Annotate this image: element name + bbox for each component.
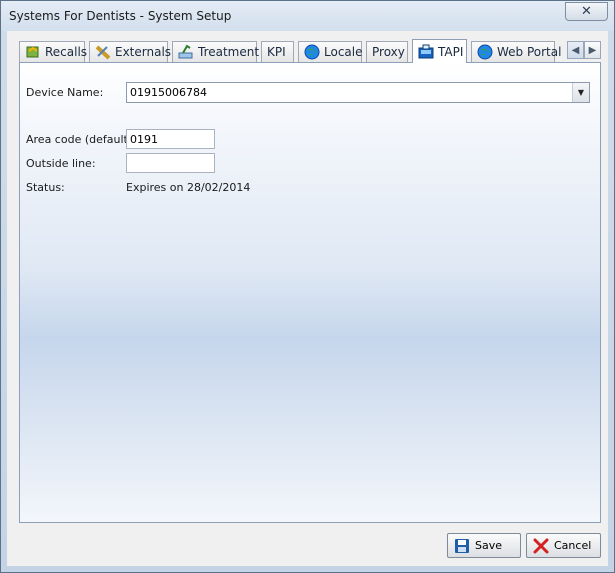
tab-label: Proxy [372,45,405,59]
tab-label: Recalls [45,45,88,59]
phone-icon [418,44,434,60]
area-code-input[interactable] [127,130,214,148]
tab-label: Locale [324,45,363,59]
recalls-icon [25,44,41,60]
tab-scroll-arrows: ◀ ▶ [567,41,601,59]
area-code-field[interactable] [126,129,215,149]
system-setup-window: Systems For Dentists - System Setup ✕ Re… [0,0,615,573]
chevron-left-icon: ◀ [571,44,580,56]
outside-line-label: Outside line: [26,157,96,170]
cancel-button[interactable]: Cancel [526,533,601,558]
globe-icon [304,44,320,60]
status-label: Status: [26,181,65,194]
device-name-dropdown[interactable]: 01915006784 ▼ [126,82,590,103]
status-value: Expires on 28/02/2014 [126,181,251,194]
tab-treatment[interactable]: Treatment [172,41,260,62]
dropdown-button[interactable]: ▼ [572,83,589,102]
tab-kpi[interactable]: KPI [261,41,294,62]
tab-label: KPI [267,45,286,59]
tab-strip: Recalls Externals Treatment KPI Locale P… [19,39,607,63]
save-button[interactable]: Save [447,533,521,558]
outside-line-field[interactable] [126,153,215,173]
treatment-icon [178,44,194,60]
tab-label: TAPI [438,44,464,59]
cancel-label: Cancel [554,539,592,552]
window-title: Systems For Dentists - System Setup [9,9,232,23]
tab-scroll-left-button[interactable]: ◀ [567,41,584,59]
globe-icon [477,44,493,60]
tab-label: Web Portal [497,45,562,59]
device-name-value: 01915006784 [130,86,207,99]
tab-tapi[interactable]: TAPI [412,39,467,63]
tab-label: Externals [115,45,172,59]
tab-proxy[interactable]: Proxy [366,41,408,62]
cancel-icon [533,538,549,554]
save-label: Save [475,539,503,552]
outside-line-input[interactable] [127,154,214,172]
tab-recalls[interactable]: Recalls [19,41,88,62]
close-button[interactable]: ✕ [565,2,608,21]
client-area: Recalls Externals Treatment KPI Locale P… [7,31,608,566]
chevron-down-icon: ▼ [577,88,585,97]
title-bar[interactable]: Systems For Dentists - System Setup ✕ [1,1,614,31]
area-code-label: Area code (default): [26,133,136,146]
tab-scroll-right-button[interactable]: ▶ [584,41,601,59]
device-name-label: Device Name: [26,86,104,99]
save-icon [454,538,470,554]
externals-icon [95,44,111,60]
chevron-right-icon: ▶ [588,44,597,56]
close-icon: ✕ [581,4,592,19]
tab-externals[interactable]: Externals [89,41,172,62]
tab-web-portal[interactable]: Web Portal [471,41,561,62]
tab-locale[interactable]: Locale [298,41,362,62]
tab-label: Treatment [198,45,260,59]
tapi-panel: Device Name: 01915006784 ▼ Area code (de… [19,62,601,523]
